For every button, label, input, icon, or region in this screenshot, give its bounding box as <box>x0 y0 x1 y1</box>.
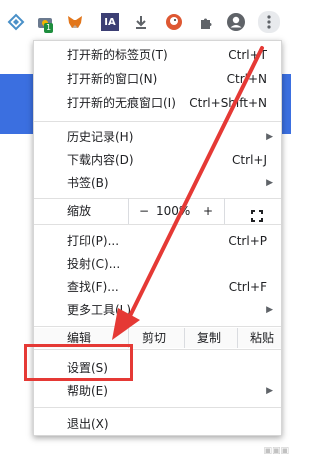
watermark: ▣▣▣ <box>263 446 289 456</box>
annotation-arrow-icon <box>112 46 264 340</box>
